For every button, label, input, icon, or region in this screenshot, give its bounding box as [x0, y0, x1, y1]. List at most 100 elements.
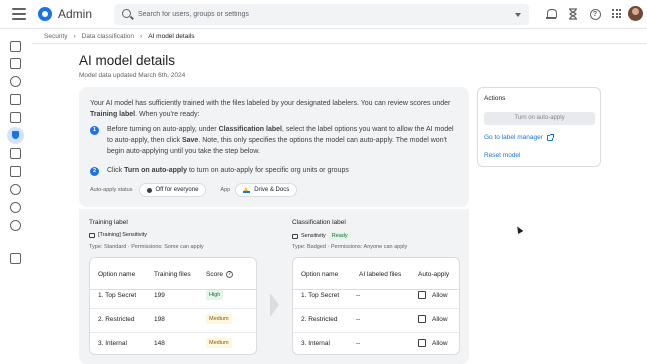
- table-row-files: 148: [154, 340, 165, 347]
- label-tag-icon: [89, 232, 95, 238]
- google-drive-icon: [243, 186, 251, 194]
- go-to-label-manager-link[interactable]: Go to label manager: [484, 133, 554, 141]
- breadcrumb: Security › Data classification › AI mode…: [44, 31, 194, 42]
- actions-card: Actions Turn on auto-apply Go to label m…: [477, 87, 601, 167]
- intro-text: Your AI model has sufficiently trained w…: [90, 100, 451, 118]
- table-row-option: 2. Restricted: [98, 316, 135, 323]
- nav-devices-icon[interactable]: [10, 94, 21, 105]
- nav-feedback-icon[interactable]: [10, 253, 21, 264]
- auto-apply-status-row: Auto-apply status Off for everyone App D…: [90, 183, 298, 197]
- admin-logo-icon[interactable]: [38, 7, 52, 21]
- training-table: Option name Training files Score? 1. Top…: [89, 257, 257, 355]
- col-score: Score?: [206, 271, 233, 278]
- table-row-files: --: [356, 292, 361, 299]
- step-2-text: Click Turn on auto-apply to turn on auto…: [107, 167, 349, 174]
- label-tag-icon: [292, 233, 298, 239]
- row-divider: [90, 332, 256, 333]
- breadcrumb-separator-icon: ›: [140, 33, 143, 40]
- ready-status-badge: Ready: [328, 232, 351, 240]
- actions-title: Actions: [484, 95, 506, 102]
- nav-security-shield-icon[interactable]: [7, 127, 24, 144]
- auto-apply-status-chip[interactable]: Off for everyone: [138, 183, 207, 197]
- help-icon[interactable]: ?: [589, 8, 601, 20]
- col-ai-labeled-files: AI labeled files: [359, 271, 402, 278]
- table-row-option: 1. Top Secret: [301, 292, 340, 299]
- score-badge-medium: Medium: [206, 314, 232, 324]
- hourglass-icon-svg: [569, 8, 577, 20]
- breadcrumb-data-classification[interactable]: Data classification: [82, 33, 134, 40]
- table-row-files: --: [356, 316, 361, 323]
- nav-dashboard-icon[interactable]: [10, 58, 21, 69]
- col-option-name: Option name: [301, 271, 339, 278]
- search-input[interactable]: [138, 7, 498, 22]
- breadcrumb-divider: [32, 43, 647, 44]
- step-1-text: Before turning on auto-apply, under Clas…: [107, 126, 454, 155]
- left-nav-rail: [0, 29, 32, 364]
- table-row-option: 2. Restricted: [301, 316, 338, 323]
- classification-label-title: Classification label: [292, 219, 346, 226]
- table-row-option: 1. Top Secret: [98, 292, 137, 299]
- notifications-bell-icon[interactable]: [545, 8, 557, 20]
- allow-checkbox-internal[interactable]: [418, 339, 426, 347]
- score-help-icon[interactable]: ?: [225, 271, 233, 278]
- reset-model-link[interactable]: Reset model: [484, 152, 521, 159]
- nav-home-icon[interactable]: [10, 41, 21, 52]
- nav-directory-icon[interactable]: [10, 76, 21, 87]
- search-icon[interactable]: [122, 9, 131, 18]
- allow-label[interactable]: Allow: [432, 340, 448, 347]
- account-avatar[interactable]: [628, 6, 643, 21]
- app-title[interactable]: Admin: [58, 7, 92, 21]
- table-row-option: 3. Internal: [301, 340, 330, 347]
- nav-rules-icon[interactable]: [10, 202, 21, 213]
- training-type-line: Type: Standard · Permissions: Some can a…: [89, 244, 204, 250]
- top-app-bar: Admin ?: [0, 0, 647, 29]
- training-label-title: Training label: [89, 219, 128, 226]
- search-bar[interactable]: [114, 4, 529, 25]
- table-row-files: 198: [154, 316, 165, 323]
- header-divider: [293, 289, 459, 290]
- table-row-files: 199: [154, 292, 165, 299]
- col-auto-apply: Auto-apply: [418, 271, 450, 278]
- turn-on-auto-apply-button[interactable]: Turn on auto-apply: [484, 112, 595, 125]
- help-question-glyph: ?: [589, 9, 601, 20]
- header-divider: [90, 289, 256, 290]
- classification-type-line: Type: Badged · Permissions: Anyone can a…: [292, 244, 408, 250]
- score-badge-medium: Medium: [206, 338, 232, 348]
- col-training-files: Training files: [154, 271, 191, 278]
- breadcrumb-separator-icon: ›: [73, 33, 76, 40]
- row-divider: [293, 308, 459, 309]
- classification-label-chip: Sensitivity Ready: [292, 232, 351, 240]
- mouse-cursor-icon: [514, 224, 524, 235]
- table-row-option: 3. Internal: [98, 340, 127, 347]
- app-drive-docs-chip[interactable]: Drive & Docs: [235, 183, 298, 197]
- nav-apps-icon[interactable]: [10, 112, 21, 123]
- breadcrumb-current: AI model details: [148, 33, 195, 40]
- table-row-files: --: [356, 340, 361, 347]
- model-updated-subtitle: Model data updated March 6th, 2024: [79, 72, 186, 79]
- nav-storage-icon[interactable]: [10, 220, 21, 231]
- classification-table: Option name AI labeled files Auto-apply …: [292, 257, 460, 355]
- nav-account-icon[interactable]: [10, 184, 21, 195]
- allow-label[interactable]: Allow: [432, 292, 448, 299]
- page-title: AI model details: [79, 53, 176, 68]
- tasks-hourglass-icon[interactable]: [567, 8, 579, 20]
- main-menu-icon[interactable]: [12, 8, 26, 20]
- search-options-chevron-icon[interactable]: [515, 13, 521, 17]
- allow-checkbox-top-secret[interactable]: [418, 291, 426, 299]
- breadcrumb-security[interactable]: Security: [44, 33, 67, 40]
- training-label-emphasis: Training label: [90, 111, 136, 118]
- row-divider: [293, 332, 459, 333]
- app-label: App: [220, 187, 231, 193]
- model-info-panel: Your AI model has sufficiently trained w…: [79, 87, 469, 207]
- col-option-name: Option name: [98, 271, 136, 278]
- nav-billing-icon[interactable]: [10, 166, 21, 177]
- nav-reporting-icon[interactable]: [10, 148, 21, 159]
- open-in-new-icon: [546, 133, 554, 141]
- allow-label[interactable]: Allow: [432, 316, 448, 323]
- apps-grid-icon[interactable]: [611, 8, 623, 20]
- status-off-dot-icon: [146, 187, 152, 193]
- allow-checkbox-restricted[interactable]: [418, 315, 426, 323]
- score-badge-high: High: [206, 290, 224, 300]
- step-2-badge: 2: [90, 167, 99, 176]
- step-1-badge: 1: [90, 126, 99, 135]
